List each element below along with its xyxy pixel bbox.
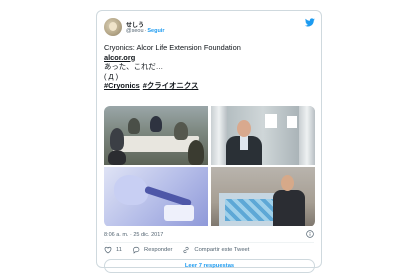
photo-man-alcor[interactable] bbox=[211, 106, 315, 165]
media-grid bbox=[104, 106, 315, 227]
like-action[interactable]: 11 bbox=[104, 246, 122, 254]
share-action[interactable]: Compartir este Tweet bbox=[182, 246, 249, 254]
reply-action[interactable]: Responder bbox=[132, 246, 172, 254]
photo-man-ice-box[interactable] bbox=[211, 167, 315, 226]
tweet-line-jp: あった、これだ… bbox=[104, 62, 164, 72]
timestamp[interactable]: 8:06 a. m. · 25 dic. 2017 bbox=[104, 232, 163, 238]
action-bar: 11 Responder Compartir este Tweet bbox=[104, 246, 259, 254]
info-icon[interactable] bbox=[306, 230, 314, 238]
tweet-line-face: ( Д ) bbox=[104, 71, 119, 81]
hashtag-cryonics[interactable]: #Cryonics bbox=[104, 81, 140, 90]
reply-label: Responder bbox=[144, 247, 173, 253]
avatar[interactable] bbox=[104, 18, 122, 36]
tweet-line-title: Cryonics: Alcor Life Extension Foundatio… bbox=[104, 43, 241, 52]
photo-gloved-hand[interactable] bbox=[104, 167, 208, 226]
twitter-bird-icon[interactable] bbox=[305, 18, 315, 27]
read-replies-button[interactable]: Leer 7 respuestas bbox=[104, 259, 315, 273]
follow-link[interactable]: Seguir bbox=[147, 28, 164, 34]
author-handle[interactable]: @seou bbox=[126, 28, 144, 34]
tweet-link[interactable]: alcor.org bbox=[104, 53, 135, 62]
tweet-text: Cryonics: Alcor Life Extension Foundatio… bbox=[104, 43, 314, 91]
share-icon bbox=[183, 246, 189, 254]
photo-meeting[interactable] bbox=[104, 106, 208, 165]
tweet-card: せしう @seou·Seguir Cryonics: Alcor Life Ex… bbox=[96, 10, 322, 273]
author-handle-row: @seou·Seguir bbox=[126, 28, 164, 34]
share-label: Compartir este Tweet bbox=[194, 247, 250, 253]
divider bbox=[104, 242, 314, 243]
reply-icon bbox=[133, 246, 140, 254]
likes-count: 11 bbox=[116, 247, 123, 253]
hashtag-kuraionikusu[interactable]: #クライオニクス bbox=[143, 81, 199, 90]
heart-icon bbox=[104, 246, 112, 254]
